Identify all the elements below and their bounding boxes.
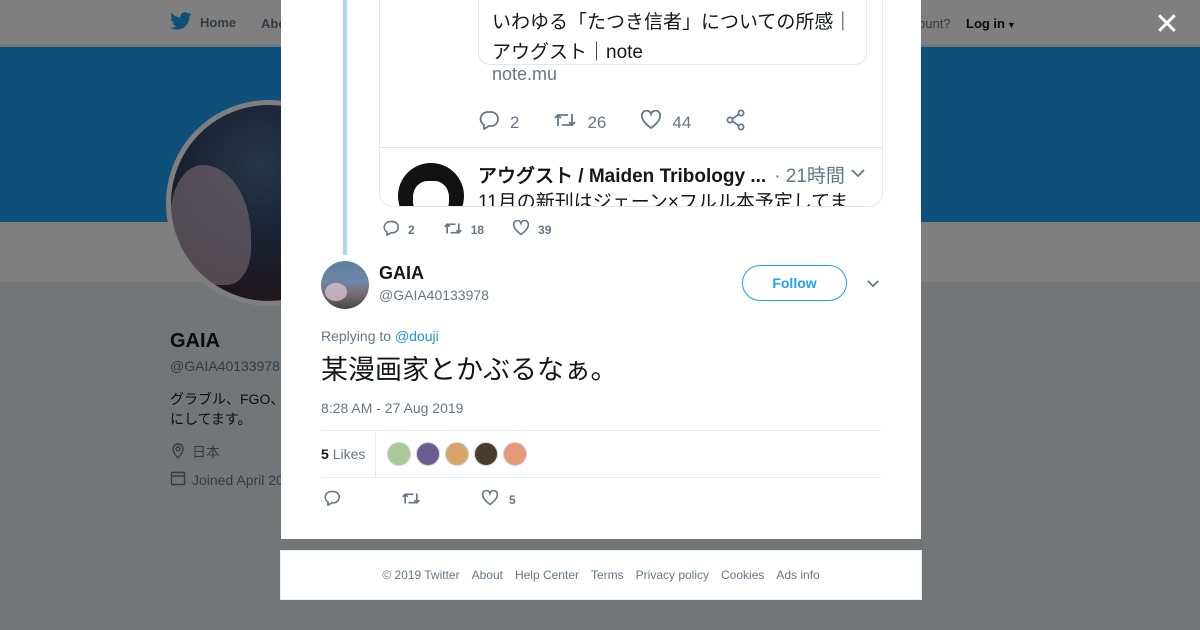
quoted-reply-count: 2 bbox=[510, 112, 520, 132]
tweet-action-bar: 5 bbox=[323, 489, 516, 509]
nested-tweet-header: アウグスト / Maiden Tribology ... · 21時間 bbox=[478, 161, 845, 188]
avatar-face-shape bbox=[413, 181, 449, 206]
previous-reply-action[interactable]: 2 bbox=[382, 220, 415, 239]
link-card-domain: note.mu bbox=[492, 64, 558, 84]
share-icon bbox=[725, 109, 747, 136]
link-card[interactable]: いわゆる「たつき信者」についての所感｜アウグスト｜note note.mu bbox=[478, 0, 867, 84]
heart-icon bbox=[512, 219, 530, 239]
reply-icon bbox=[382, 220, 400, 239]
previous-retweet-action[interactable]: 18 bbox=[443, 221, 484, 239]
reply-icon bbox=[323, 490, 341, 509]
likes-summary-row: 5 Likes bbox=[321, 430, 881, 478]
nested-author-name[interactable]: アウグスト / Maiden Tribology ... bbox=[478, 161, 766, 188]
replying-to-line: Replying to @douji bbox=[321, 328, 439, 344]
quoted-retweet-count: 26 bbox=[587, 112, 607, 132]
quoted-like-action[interactable]: 44 bbox=[640, 109, 692, 135]
modal-footer: © 2019 Twitter About Help Center Terms P… bbox=[280, 550, 922, 600]
chevron-down-icon[interactable] bbox=[850, 165, 866, 183]
follow-button[interactable]: Follow bbox=[742, 265, 847, 301]
nested-timestamp[interactable]: · 21時間 bbox=[774, 161, 845, 188]
heart-icon bbox=[640, 109, 662, 135]
link-card-title: いわゆる「たつき信者」についての所感｜アウグスト｜note bbox=[492, 12, 853, 63]
footer-link-ads-info[interactable]: Ads info bbox=[776, 568, 819, 582]
author-handle[interactable]: @GAIA40133978 bbox=[379, 287, 489, 303]
previous-like-count: 39 bbox=[538, 222, 552, 237]
close-icon[interactable]: ✕ bbox=[1152, 10, 1182, 40]
liker-avatar[interactable] bbox=[474, 442, 498, 466]
tweet-timestamp[interactable]: 8:28 AM - 27 Aug 2019 bbox=[321, 400, 463, 416]
author-name[interactable]: GAIA bbox=[379, 263, 424, 284]
thread-connector-line bbox=[343, 0, 347, 255]
liker-avatar[interactable] bbox=[445, 442, 469, 466]
footer-copyright: © 2019 Twitter bbox=[382, 568, 460, 582]
footer-link-cookies[interactable]: Cookies bbox=[721, 568, 764, 582]
chevron-down-icon[interactable] bbox=[866, 275, 880, 293]
retweet-icon bbox=[553, 111, 577, 134]
footer-link-terms[interactable]: Terms bbox=[591, 568, 624, 582]
quoted-share-action[interactable] bbox=[725, 109, 747, 136]
nested-author-avatar[interactable] bbox=[398, 163, 464, 206]
retweet-icon bbox=[443, 221, 463, 239]
liker-avatar[interactable] bbox=[416, 442, 440, 466]
likes-label: Likes bbox=[332, 446, 366, 462]
previous-reply-count: 2 bbox=[408, 222, 415, 237]
liker-avatars bbox=[387, 442, 527, 466]
previous-tweet-action-bar: 2 18 39 bbox=[382, 219, 579, 239]
replying-to-link[interactable]: @douji bbox=[395, 328, 439, 344]
author-avatar[interactable] bbox=[321, 261, 369, 309]
nested-tweet-text: 11月の新刊はジェーン×フルル本予定してま bbox=[478, 192, 849, 207]
retweet-action[interactable] bbox=[401, 491, 421, 509]
quoted-action-bar: 2 26 44 bbox=[478, 109, 781, 136]
liker-avatar[interactable] bbox=[503, 442, 527, 466]
reply-action[interactable] bbox=[323, 490, 341, 509]
footer-link-privacy[interactable]: Privacy policy bbox=[636, 568, 709, 582]
likes-count: 5 bbox=[321, 446, 329, 462]
retweet-icon bbox=[401, 491, 421, 509]
like-count: 5 bbox=[509, 492, 516, 507]
replying-prefix: Replying to bbox=[321, 328, 392, 344]
likes-divider bbox=[375, 431, 376, 477]
quoted-like-count: 44 bbox=[672, 112, 692, 132]
tweet-modal: いわゆる「たつき信者」についての所感｜アウグスト｜note note.mu 2 … bbox=[281, 0, 921, 539]
liker-avatar[interactable] bbox=[387, 442, 411, 466]
footer-link-help-center[interactable]: Help Center bbox=[515, 568, 579, 582]
tweet-text: 某漫画家とかぶるなぁ。 bbox=[321, 355, 618, 385]
quoted-reply-action[interactable]: 2 bbox=[478, 110, 519, 135]
avatar-blossom-shape bbox=[325, 283, 347, 301]
previous-retweet-count: 18 bbox=[470, 222, 485, 237]
quoted-tweet-embed[interactable]: いわゆる「たつき信者」についての所感｜アウグスト｜note note.mu 2 … bbox=[379, 0, 883, 207]
reply-icon bbox=[478, 110, 500, 135]
quoted-divider bbox=[380, 147, 882, 148]
like-action[interactable]: 5 bbox=[481, 489, 516, 509]
quoted-retweet-action[interactable]: 26 bbox=[553, 111, 606, 134]
likes-count-link[interactable]: 5 Likes bbox=[321, 446, 365, 462]
heart-icon bbox=[481, 489, 499, 509]
footer-link-about[interactable]: About bbox=[472, 568, 503, 582]
previous-like-action[interactable]: 39 bbox=[512, 219, 552, 239]
